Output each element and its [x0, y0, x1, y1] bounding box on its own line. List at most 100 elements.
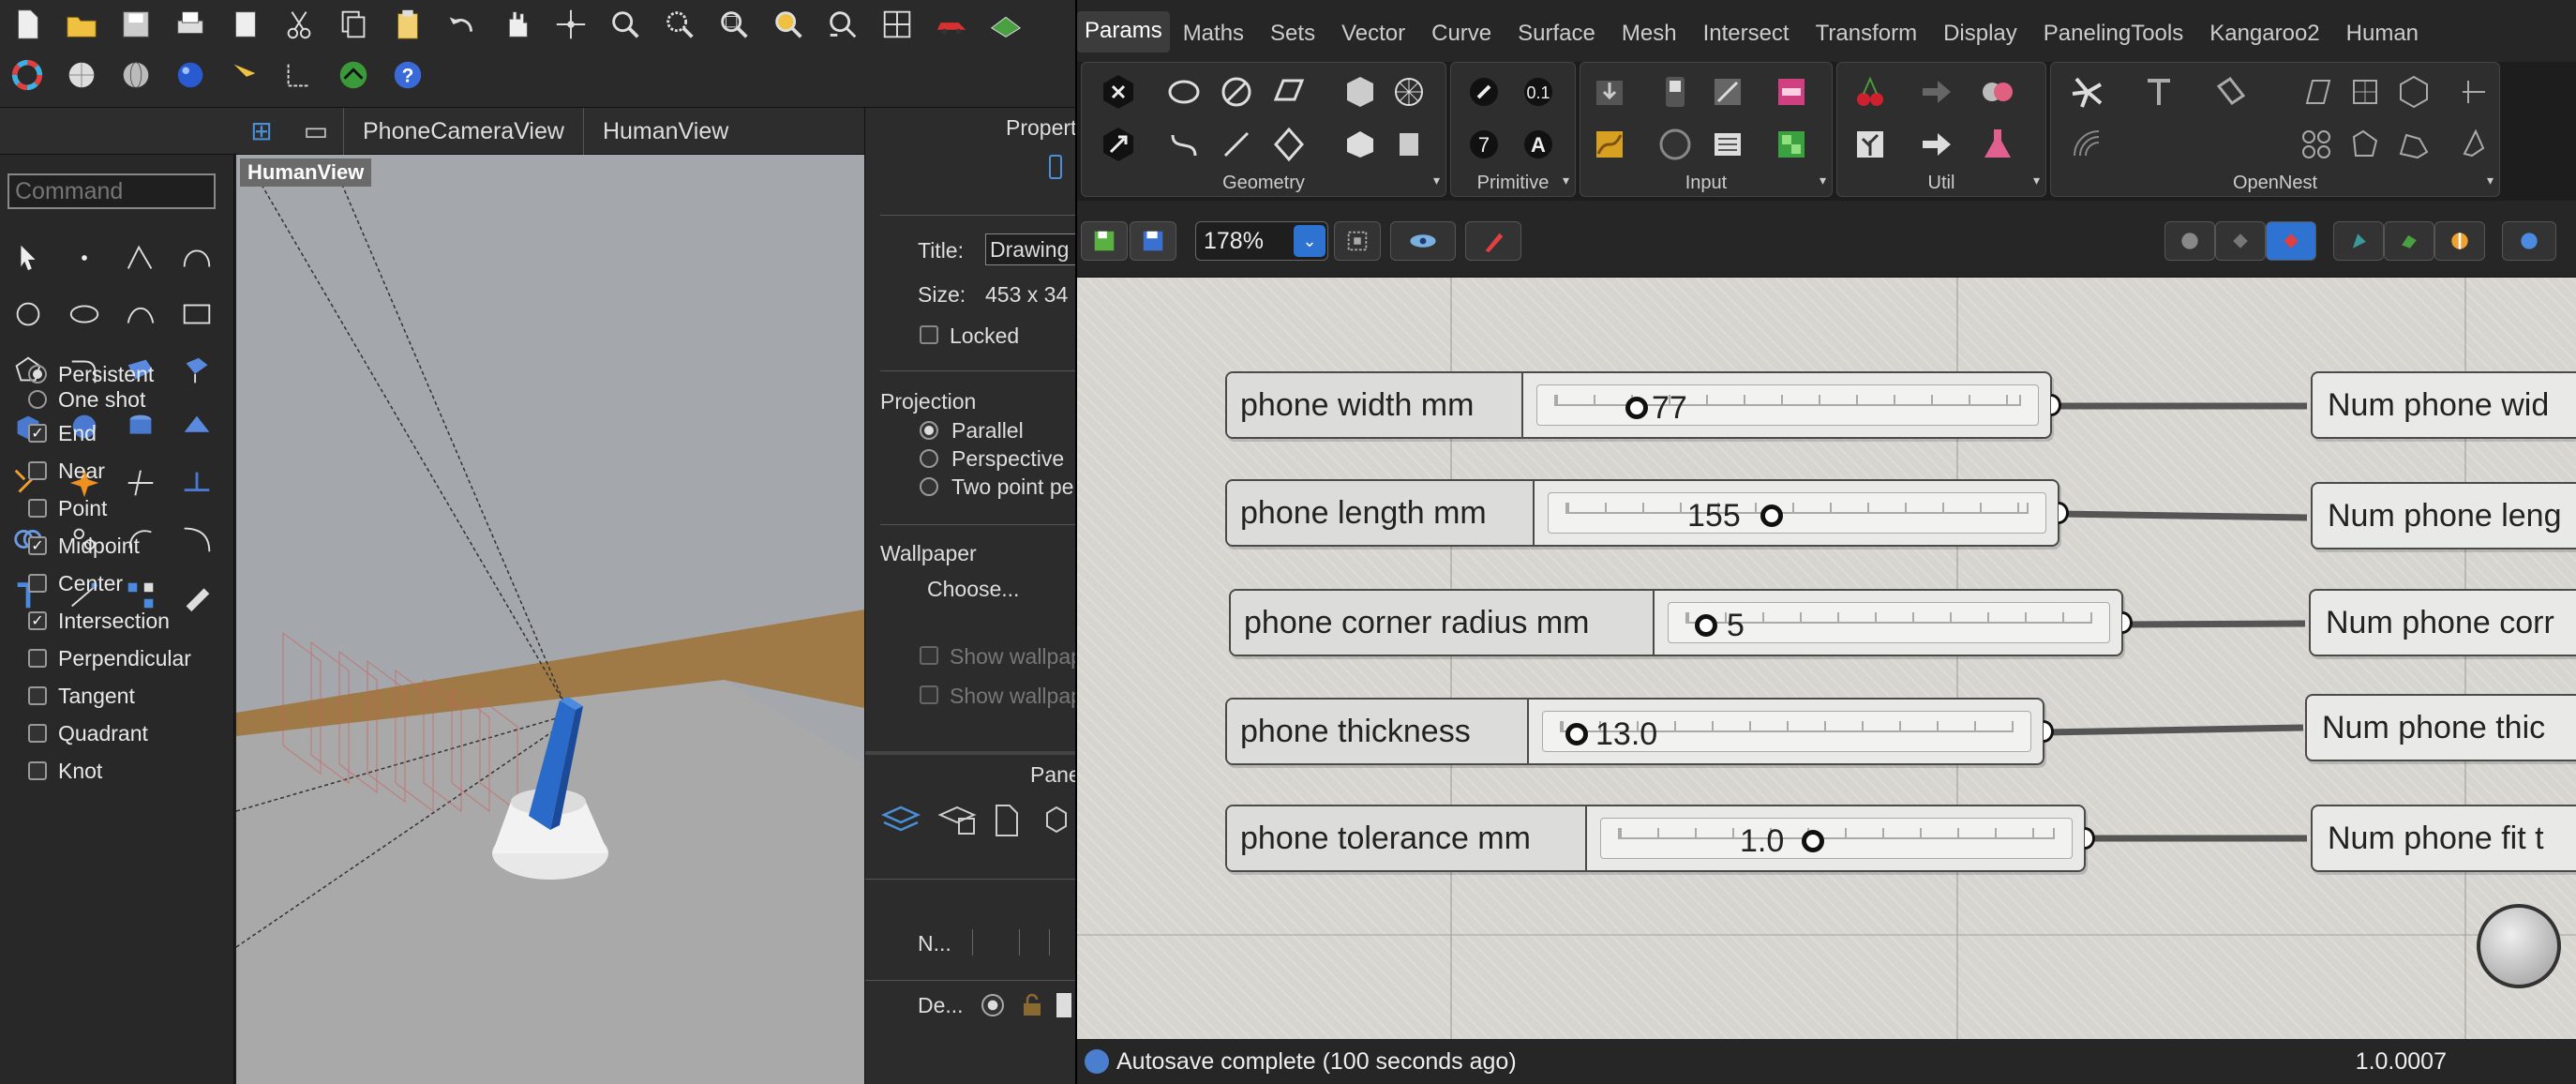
- slider-name[interactable]: phone thickness: [1227, 700, 1529, 763]
- random-icon[interactable]: [1704, 68, 1751, 115]
- tab-humanview[interactable]: HumanView: [582, 107, 747, 155]
- end-checkbox[interactable]: ✓: [28, 424, 47, 443]
- center-checkbox[interactable]: [28, 574, 47, 593]
- new-file-icon[interactable]: [0, 0, 54, 49]
- input-port[interactable]: [2305, 716, 2316, 739]
- tab-display[interactable]: Display: [1930, 21, 2030, 47]
- output-port[interactable]: [2059, 502, 2069, 524]
- four-viewports-icon[interactable]: ⊞: [234, 108, 289, 155]
- import-data-icon[interactable]: [1586, 68, 1633, 115]
- slider-name[interactable]: phone corner radius mm: [1231, 591, 1655, 655]
- slider-track[interactable]: 77: [1536, 384, 2039, 426]
- rendered-sphere-icon[interactable]: [163, 51, 217, 99]
- zoom-dynamic-icon[interactable]: [598, 0, 652, 49]
- box-param-icon[interactable]: [1337, 121, 1384, 168]
- near-checkbox[interactable]: [28, 461, 47, 480]
- display-mode-icon[interactable]: [979, 0, 1033, 49]
- nest-cut-icon[interactable]: [2450, 68, 2497, 115]
- import-icon[interactable]: [217, 0, 272, 49]
- arc-param-icon[interactable]: [1213, 68, 1260, 115]
- line-param-icon[interactable]: [1213, 121, 1260, 168]
- osnap-intersection[interactable]: ✓ Intersection: [0, 602, 234, 640]
- grasshopper-canvas[interactable]: phone width mm 77 phone length mm 155 ph…: [1077, 278, 2576, 1039]
- midpoint-checkbox[interactable]: ✓: [28, 536, 47, 555]
- zoom-level-field[interactable]: 178% ⌄: [1195, 221, 1328, 261]
- slider-name[interactable]: phone tolerance mm: [1227, 806, 1587, 870]
- graph-mapper-icon[interactable]: [1586, 121, 1633, 168]
- gradient-icon[interactable]: [1768, 68, 1815, 115]
- save-document-icon[interactable]: [1130, 221, 1176, 261]
- tab-curve[interactable]: Curve: [1418, 21, 1505, 47]
- osnap-near[interactable]: Near: [0, 452, 234, 489]
- panel-splitter[interactable]: [865, 751, 1076, 755]
- slider-name[interactable]: phone width mm: [1227, 373, 1523, 437]
- layer-row-default[interactable]: De...: [918, 993, 964, 1018]
- bitmap-icon[interactable]: [1768, 121, 1815, 168]
- perspective-radio[interactable]: [920, 449, 938, 468]
- rotate-view-icon[interactable]: [544, 0, 598, 49]
- num-param-node[interactable]: Num phone thic: [2305, 694, 2576, 761]
- wire[interactable]: [2122, 620, 2306, 628]
- circle-param-icon[interactable]: [1161, 68, 1207, 115]
- tab-kangaroo2[interactable]: Kangaroo2: [2196, 21, 2332, 47]
- zoom-all-icon[interactable]: [816, 0, 870, 49]
- number-slider[interactable]: phone corner radius mm 5: [1229, 589, 2133, 656]
- number-slider[interactable]: phone length mm 155: [1225, 479, 2069, 547]
- input-port[interactable]: [2309, 611, 2320, 634]
- vector-param-icon[interactable]: [1095, 121, 1142, 168]
- curve-icon[interactable]: [169, 230, 225, 286]
- curve-param-icon[interactable]: [1161, 121, 1207, 168]
- nest-polygon-icon[interactable]: [2390, 68, 2437, 115]
- tangent-checkbox[interactable]: [28, 686, 47, 705]
- preview-eye-icon[interactable]: [1390, 221, 1456, 261]
- tab-vector[interactable]: Vector: [1328, 21, 1418, 47]
- nest-wave-icon[interactable]: [2064, 121, 2111, 168]
- slider-track[interactable]: 5: [1668, 602, 2110, 643]
- osnap-knot[interactable]: Knot: [0, 752, 234, 790]
- quadrant-checkbox[interactable]: [28, 724, 47, 743]
- slider-track[interactable]: 1.0: [1600, 818, 2073, 859]
- wireframe-sphere-icon[interactable]: [109, 51, 163, 99]
- boolean-param-icon[interactable]: [1460, 68, 1507, 115]
- panels-header[interactable]: Pane: [1030, 762, 1081, 788]
- paste-icon[interactable]: [381, 0, 435, 49]
- data-dam-icon[interactable]: [1912, 68, 1959, 115]
- select-arrow-icon[interactable]: [0, 230, 56, 286]
- locked-checkbox[interactable]: [920, 325, 938, 344]
- num-param-node[interactable]: Num phone fit t: [2311, 805, 2576, 872]
- two-point-radio[interactable]: [920, 477, 938, 496]
- mesh-param-icon[interactable]: [1385, 68, 1432, 115]
- undo-icon[interactable]: [435, 0, 489, 49]
- render-sphere-icon[interactable]: [2502, 221, 2556, 261]
- nest-sheet-icon[interactable]: [2293, 68, 2340, 115]
- output-port[interactable]: [2085, 827, 2095, 850]
- parallel-radio[interactable]: [920, 421, 938, 440]
- tab-maths[interactable]: Maths: [1170, 21, 1257, 47]
- ribbon-label-util[interactable]: Util: [1837, 173, 2045, 194]
- nest-shape-icon[interactable]: [2390, 121, 2437, 168]
- zoom-extents-grid-icon[interactable]: [1334, 221, 1381, 261]
- relay-arrow-icon[interactable]: [1912, 121, 1959, 168]
- ribbon-label-opennest[interactable]: OpenNest: [2051, 173, 2499, 194]
- output-port[interactable]: [2122, 611, 2133, 634]
- control-knob-icon[interactable]: [1652, 121, 1699, 168]
- preview-wire-icon[interactable]: [2164, 221, 2215, 261]
- help-icon[interactable]: ?: [381, 51, 435, 99]
- layer-visible-icon[interactable]: [981, 994, 1004, 1016]
- viewport-layout-icon[interactable]: [870, 0, 924, 49]
- canvas-navigation-widget[interactable]: [2477, 904, 2561, 988]
- num-param-node[interactable]: Num phone leng: [2311, 482, 2576, 550]
- layer-column-name[interactable]: N...: [918, 931, 951, 956]
- output-port[interactable]: [2044, 720, 2054, 743]
- tree-icon[interactable]: [1847, 121, 1894, 168]
- number-param-icon[interactable]: 0.1: [1515, 68, 1562, 115]
- opennest-logo-icon[interactable]: [2064, 68, 2111, 115]
- nest-text-icon[interactable]: [2135, 68, 2182, 115]
- layer-color-swatch[interactable]: [1056, 993, 1071, 1017]
- rectangle-icon[interactable]: [169, 286, 225, 342]
- num-param-node[interactable]: Num phone wid: [2311, 371, 2576, 439]
- slider-name[interactable]: phone length mm: [1227, 481, 1535, 545]
- slider-track[interactable]: 13.0: [1542, 711, 2031, 752]
- tab-phonecameraview[interactable]: PhoneCameraView: [343, 107, 583, 155]
- text-param-icon[interactable]: A: [1515, 121, 1562, 168]
